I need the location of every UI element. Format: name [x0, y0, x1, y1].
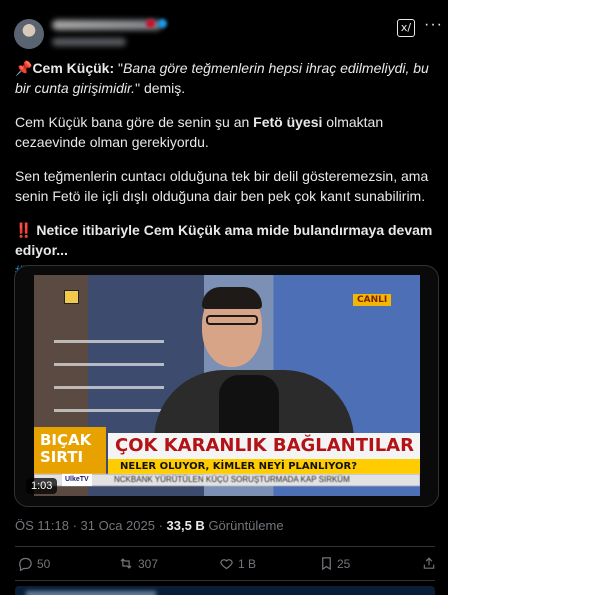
reply-author-redacted — [26, 591, 156, 595]
news-subline: NELER OLUYOR, KİMLER NEYİ PLANLIYOR? — [108, 459, 420, 474]
tweet-meta: ÖS 11:18 · 31 Oca 2025 · 33,5 B Görüntül… — [15, 518, 284, 533]
bold-text: Fetö üyesi — [253, 114, 323, 130]
views-label: Görüntüleme — [204, 518, 284, 533]
heart-icon — [220, 559, 233, 570]
program-name-line-1: BIÇAK — [40, 431, 92, 449]
retweet-button[interactable]: 307 — [118, 556, 158, 571]
share-button[interactable] — [422, 556, 440, 571]
reply-button[interactable]: 50 — [18, 556, 51, 572]
pin-icon: 📌 — [15, 60, 33, 76]
bold-text: Netice itibariyle Cem Küçük ama mide bul… — [15, 222, 433, 258]
presenter-glasses — [206, 315, 258, 325]
grok-icon[interactable]: x/ — [397, 19, 415, 37]
tweet-paragraph-1: 📌Cem Küçük: "Bana göre teğmenlerin hepsi… — [15, 58, 440, 98]
video-player[interactable]: CANLI BIÇAK SIRTI ÇOK KARANLIK BAĞLANTIL… — [14, 265, 439, 507]
tweet-paragraph-2: Cem Küçük bana göre de senin şu an Fetö … — [15, 112, 440, 152]
more-options-icon[interactable]: ··· — [424, 16, 443, 34]
views-button[interactable]: 25 — [320, 556, 350, 571]
verified-badge-icon — [158, 19, 167, 28]
text-segment: Cem Küçük bana göre de senin şu an — [15, 114, 254, 130]
reply-count: 50 — [37, 557, 51, 571]
bookmark-icon — [322, 557, 331, 571]
news-ticker: NCKBANK YÜRÜTÜLEN KÜÇÜ SORUŞTURMADA KAP … — [34, 474, 420, 486]
divider — [15, 546, 435, 547]
flag-badge-icon — [146, 19, 155, 28]
studio-decor — [54, 320, 164, 430]
view-metric-count: 25 — [337, 557, 351, 571]
mention-name: Cem Küçük: — [32, 60, 115, 76]
view-count: 33,5 B — [166, 518, 205, 533]
retweet-count: 307 — [138, 557, 159, 571]
tweet-paragraph-3: Sen teğmenlerin cuntacı olduğuna tek bir… — [15, 168, 429, 204]
avatar[interactable] — [14, 19, 44, 49]
retweet-icon — [120, 558, 132, 569]
reply-icon — [19, 557, 32, 572]
like-button[interactable]: 1 B — [219, 556, 256, 571]
video-frame[interactable]: CANLI BIÇAK SIRTI ÇOK KARANLIK BAĞLANTIL… — [34, 275, 420, 496]
author-handle-redacted[interactable] — [52, 38, 126, 46]
quote-mark: " — [114, 60, 123, 76]
live-badge: CANLI — [353, 294, 392, 306]
news-headline: ÇOK KARANLIK BAĞLANTILAR — [108, 433, 420, 459]
like-count: 1 B — [238, 557, 257, 571]
program-name-line-2: SIRTI — [40, 448, 84, 466]
presenter-hair — [202, 287, 262, 309]
video-duration: 1:03 — [26, 478, 58, 494]
program-name: BIÇAK SIRTI — [34, 427, 106, 474]
timestamp[interactable]: ÖS 11:18 · 31 Oca 2025 · — [15, 518, 167, 533]
divider — [15, 580, 435, 581]
share-icon — [423, 557, 435, 569]
tweet-card: x/ ··· 📌Cem Küçük: "Bana göre teğmenleri… — [0, 0, 448, 595]
statement-suffix: demiş. — [140, 80, 186, 96]
double-exclamation-icon: ‼️ — [15, 222, 33, 238]
channel-ticker-logo: UlkeTV — [62, 474, 92, 486]
channel-logo-icon — [64, 290, 79, 304]
